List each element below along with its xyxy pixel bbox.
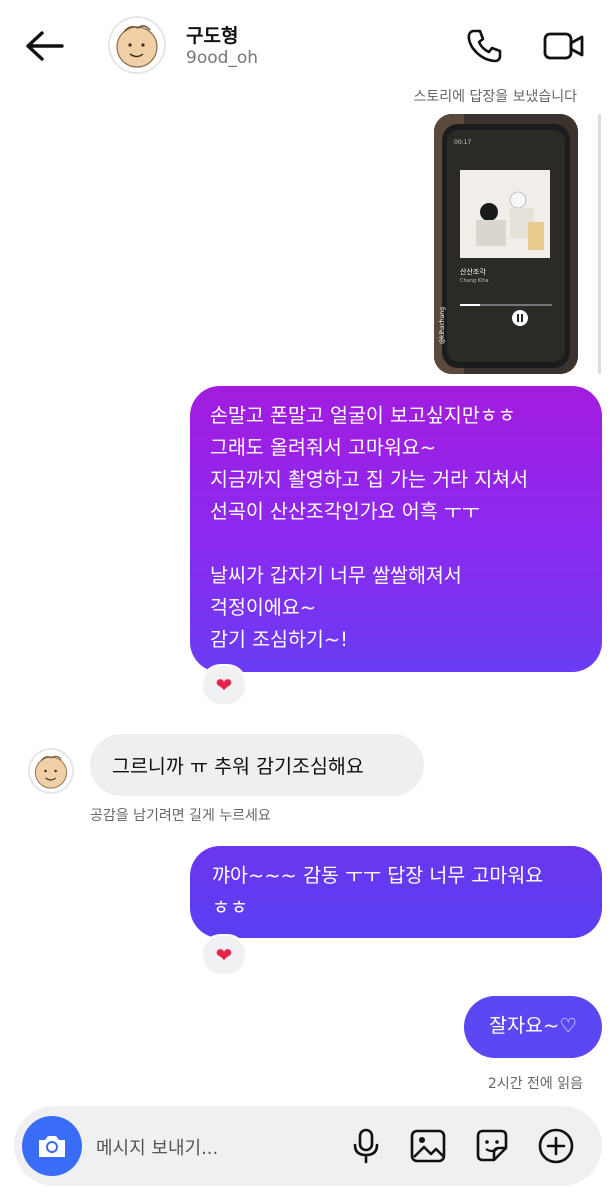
story-image[interactable]: 산산조각 Chang Kiha 00:17 @kihachang xyxy=(434,114,578,374)
camera-icon xyxy=(39,1136,65,1157)
story-song-title: 산산조각 xyxy=(460,267,486,276)
story-time: 00:17 xyxy=(454,139,471,146)
profile-avatar[interactable] xyxy=(108,16,166,74)
story-reply-note: 스토리에 답장을 보냈습니다 xyxy=(413,89,577,105)
avatar-drawing-icon xyxy=(116,25,158,68)
reaction-hint: 공감을 남기려면 길게 누르세요 xyxy=(90,808,271,824)
sticker-icon[interactable] xyxy=(472,1126,512,1166)
camera-button[interactable] xyxy=(22,1116,82,1176)
message-input[interactable]: 메시지 보내기... xyxy=(96,1134,218,1160)
heart-icon: ❤ xyxy=(215,673,233,697)
chat-title[interactable]: 구도형 xyxy=(186,21,238,48)
gallery-icon[interactable] xyxy=(408,1126,448,1166)
microphone-icon[interactable] xyxy=(346,1126,386,1166)
back-arrow-icon[interactable] xyxy=(22,26,66,66)
read-receipt: 2시간 전에 읽음 xyxy=(487,1076,583,1092)
video-call-icon[interactable] xyxy=(542,26,586,66)
heart-reaction[interactable]: ❤ xyxy=(201,664,247,706)
add-plus-icon[interactable] xyxy=(536,1126,576,1166)
incoming-message[interactable]: 그르니까 ㅠ 추워 감기조심해요 xyxy=(90,734,424,796)
sender-avatar[interactable] xyxy=(28,748,74,794)
chat-username[interactable]: 9ood_oh xyxy=(186,48,258,68)
phone-screenshot-image: 산산조각 Chang Kiha 00:17 @kihachang xyxy=(434,114,578,374)
heart-icon: ❤ xyxy=(215,943,233,967)
message-composer: 메시지 보내기... xyxy=(14,1106,602,1186)
outgoing-message[interactable]: 꺄아~~~ 감동 ㅜㅜ 답장 너무 고마워요 ㅎㅎ xyxy=(190,846,602,938)
scroll-indicator[interactable] xyxy=(598,114,601,374)
outgoing-message[interactable]: 손말고 폰말고 얼굴이 보고싶지만ㅎㅎ 그래도 올려줘서 고마워요~ 지금까지 … xyxy=(190,386,602,672)
heart-reaction[interactable]: ❤ xyxy=(201,934,247,976)
phone-call-icon[interactable] xyxy=(465,26,505,66)
outgoing-message[interactable]: 잘자요~♡ xyxy=(464,996,602,1058)
story-artist: Chang Kiha xyxy=(460,278,489,284)
chat-header: 구도형 9ood_oh xyxy=(0,0,615,92)
story-watermark: @kihachang xyxy=(439,307,446,344)
avatar-drawing-icon xyxy=(34,755,68,789)
